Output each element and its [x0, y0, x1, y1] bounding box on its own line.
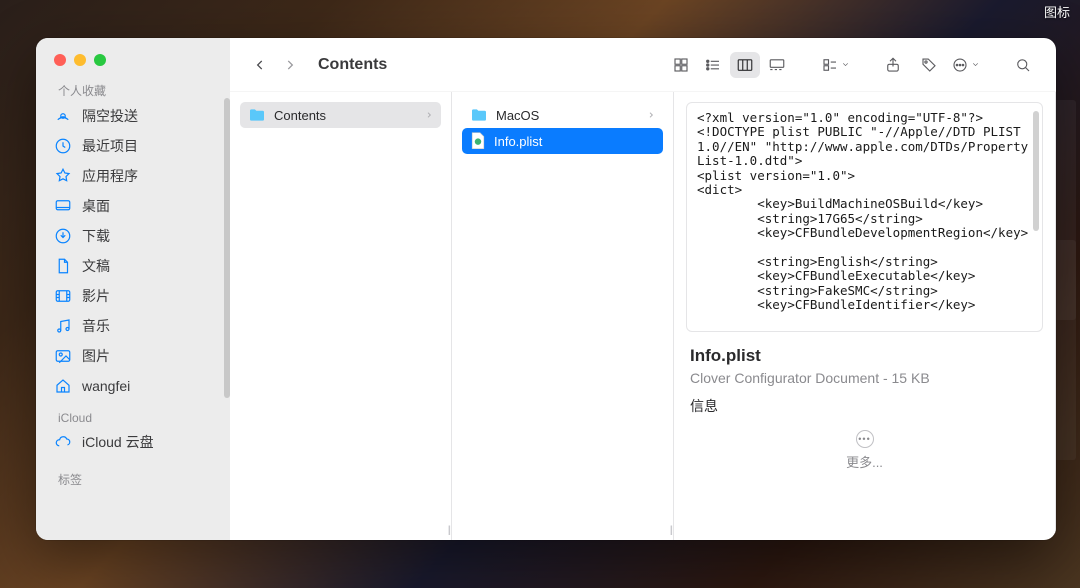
sidebar-section-favorites: 个人收藏	[36, 72, 230, 101]
row-label: Contents	[274, 108, 326, 123]
sidebar-item-icloud-drive[interactable]: iCloud 云盘	[44, 427, 222, 457]
sidebar-item-home[interactable]: wangfei	[44, 371, 222, 401]
sidebar-item-pictures[interactable]: 图片	[44, 341, 222, 371]
sidebar-icloud-list: iCloud 云盘	[36, 427, 230, 457]
sidebar: 个人收藏 隔空投送 最近项目 应用程序 桌面 下载	[36, 38, 230, 540]
sidebar-item-music[interactable]: 音乐	[44, 311, 222, 341]
airdrop-icon	[54, 107, 72, 125]
document-icon	[54, 257, 72, 275]
group-by-button[interactable]	[820, 52, 850, 78]
applications-icon	[54, 167, 72, 185]
preview-content: <?xml version="1.0" encoding="UTF-8"?> <…	[697, 111, 1032, 312]
share-button[interactable]	[878, 52, 908, 78]
tags-button[interactable]	[914, 52, 944, 78]
sidebar-item-airdrop[interactable]: 隔空投送	[44, 101, 222, 131]
file-kind-size: Clover Configurator Document - 15 KB	[690, 370, 1039, 386]
column-resize-handle[interactable]: ||	[448, 525, 449, 536]
back-button[interactable]	[248, 53, 272, 77]
quick-look-preview[interactable]: <?xml version="1.0" encoding="UTF-8"?> <…	[686, 102, 1043, 332]
sidebar-favorites-list: 隔空投送 最近项目 应用程序 桌面 下载 文稿	[36, 101, 230, 401]
sidebar-item-label: wangfei	[82, 378, 130, 394]
window-controls	[36, 38, 230, 72]
sidebar-item-label: 桌面	[82, 196, 110, 216]
folder-row-macos[interactable]: MacOS	[462, 102, 663, 128]
sidebar-item-label: 隔空投送	[82, 106, 138, 126]
download-icon	[54, 227, 72, 245]
preview-wrap: <?xml version="1.0" encoding="UTF-8"?> <…	[674, 92, 1055, 332]
row-label: Info.plist	[494, 134, 542, 149]
sidebar-item-label: 下载	[82, 226, 110, 246]
gallery-view-button[interactable]	[762, 52, 792, 78]
sidebar-item-label: 影片	[82, 286, 110, 306]
plist-file-icon	[470, 132, 486, 150]
main-area: Contents Contents	[230, 38, 1056, 540]
file-name: Info.plist	[690, 346, 1039, 366]
preview-scrollbar[interactable]	[1033, 111, 1039, 231]
pictures-icon	[54, 347, 72, 365]
action-menu-button[interactable]	[950, 52, 980, 78]
sidebar-section-tags: 标签	[36, 457, 230, 490]
sidebar-item-label: 文稿	[82, 256, 110, 276]
music-icon	[54, 317, 72, 335]
icon-view-button[interactable]	[666, 52, 696, 78]
finder-window: 个人收藏 隔空投送 最近项目 应用程序 桌面 下载	[36, 38, 1056, 540]
chevron-right-icon	[647, 108, 655, 123]
sidebar-item-label: 最近项目	[82, 136, 138, 156]
sidebar-item-movies[interactable]: 影片	[44, 281, 222, 311]
sidebar-item-downloads[interactable]: 下载	[44, 221, 222, 251]
minimize-button[interactable]	[74, 54, 86, 66]
sidebar-item-documents[interactable]: 文稿	[44, 251, 222, 281]
close-button[interactable]	[54, 54, 66, 66]
list-view-button[interactable]	[698, 52, 728, 78]
folder-row-contents[interactable]: Contents	[240, 102, 441, 128]
clock-icon	[54, 137, 72, 155]
preview-column: <?xml version="1.0" encoding="UTF-8"?> <…	[674, 92, 1056, 540]
column-1: Contents ||	[230, 92, 452, 540]
forward-button[interactable]	[278, 53, 302, 77]
chevron-right-icon	[425, 108, 433, 123]
view-mode-group	[666, 52, 792, 78]
folder-icon	[470, 108, 488, 122]
zoom-button[interactable]	[94, 54, 106, 66]
column-resize-handle[interactable]: ||	[670, 525, 671, 536]
row-label: MacOS	[496, 108, 539, 123]
more-section: ••• 更多...	[690, 430, 1039, 471]
toolbar: Contents	[230, 38, 1056, 92]
sidebar-item-label: 图片	[82, 346, 110, 366]
sidebar-item-applications[interactable]: 应用程序	[44, 161, 222, 191]
more-label[interactable]: 更多...	[846, 455, 883, 470]
search-button[interactable]	[1008, 52, 1038, 78]
cloud-icon	[54, 433, 72, 451]
window-title: Contents	[318, 56, 387, 74]
info-header: 信息	[690, 396, 1039, 416]
sidebar-item-label: iCloud 云盘	[82, 432, 154, 452]
sidebar-section-icloud: iCloud	[36, 401, 230, 427]
ellipsis-icon[interactable]: •••	[856, 430, 874, 448]
column-2: MacOS Info.plist ||	[452, 92, 674, 540]
home-icon	[54, 377, 72, 395]
column-browser: Contents || MacOS Info.plist ||	[230, 92, 1056, 540]
desktop-icons-label: 图标	[1044, 2, 1070, 21]
file-metadata: Info.plist Clover Configurator Document …	[674, 332, 1055, 471]
column-view-button[interactable]	[730, 52, 760, 78]
sidebar-item-label: 应用程序	[82, 166, 138, 186]
folder-icon	[248, 108, 266, 122]
sidebar-item-label: 音乐	[82, 316, 110, 336]
sidebar-item-recents[interactable]: 最近项目	[44, 131, 222, 161]
sidebar-item-desktop[interactable]: 桌面	[44, 191, 222, 221]
desktop-icon	[54, 197, 72, 215]
file-row-info-plist[interactable]: Info.plist	[462, 128, 663, 154]
movies-icon	[54, 287, 72, 305]
